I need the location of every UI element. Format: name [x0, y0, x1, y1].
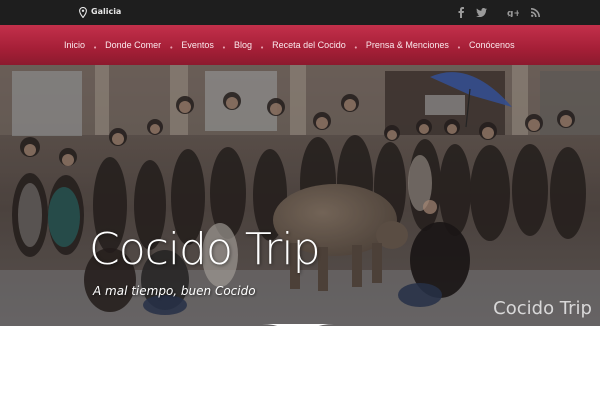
site-tagline: A mal tiempo, buen Cocido	[93, 284, 256, 298]
location[interactable]: Galicia	[79, 6, 121, 18]
nav-item-inicio[interactable]: Inicio	[64, 39, 85, 51]
svg-text:g+: g+	[507, 9, 519, 17]
nav-item-eventos[interactable]: Eventos	[181, 39, 214, 51]
google-plus-icon[interactable]: g+	[507, 6, 519, 18]
nav-separator: •	[169, 44, 174, 52]
nav-item-conocenos[interactable]: Conócenos	[469, 39, 515, 51]
rss-icon[interactable]	[531, 6, 540, 18]
nav-item-blog[interactable]: Blog	[234, 39, 252, 51]
nav-menu: Inicio • Donde Comer • Eventos • Blog • …	[64, 39, 515, 52]
photo-watermark: Cocido Trip	[493, 298, 592, 319]
nav-separator: •	[93, 44, 98, 52]
nav-separator: •	[456, 44, 462, 52]
site-title[interactable]: Cocido Trip	[89, 225, 321, 275]
nav-separator: •	[221, 44, 226, 52]
nav-item-donde-comer[interactable]: Donde Comer	[105, 39, 161, 51]
nav-item-prensa[interactable]: Prensa & Menciones	[366, 39, 449, 51]
location-label: Galicia	[91, 7, 122, 16]
map-pin-icon	[79, 6, 87, 18]
content-area	[0, 324, 600, 400]
hero-banner: Cocido Trip A mal tiempo, buen Cocido	[0, 65, 600, 326]
hero-bottom-notch	[262, 324, 334, 340]
main-navigation: Inicio • Donde Comer • Eventos • Blog • …	[0, 25, 600, 65]
top-bar: Galicia g+	[0, 0, 600, 25]
hero-photo	[0, 65, 600, 326]
facebook-icon[interactable]	[458, 6, 464, 18]
nav-separator: •	[260, 44, 265, 52]
social-links: g+	[458, 6, 540, 18]
nav-separator: •	[353, 44, 358, 52]
nav-item-receta[interactable]: Receta del Cocido	[272, 39, 346, 51]
twitter-icon[interactable]	[476, 6, 487, 18]
